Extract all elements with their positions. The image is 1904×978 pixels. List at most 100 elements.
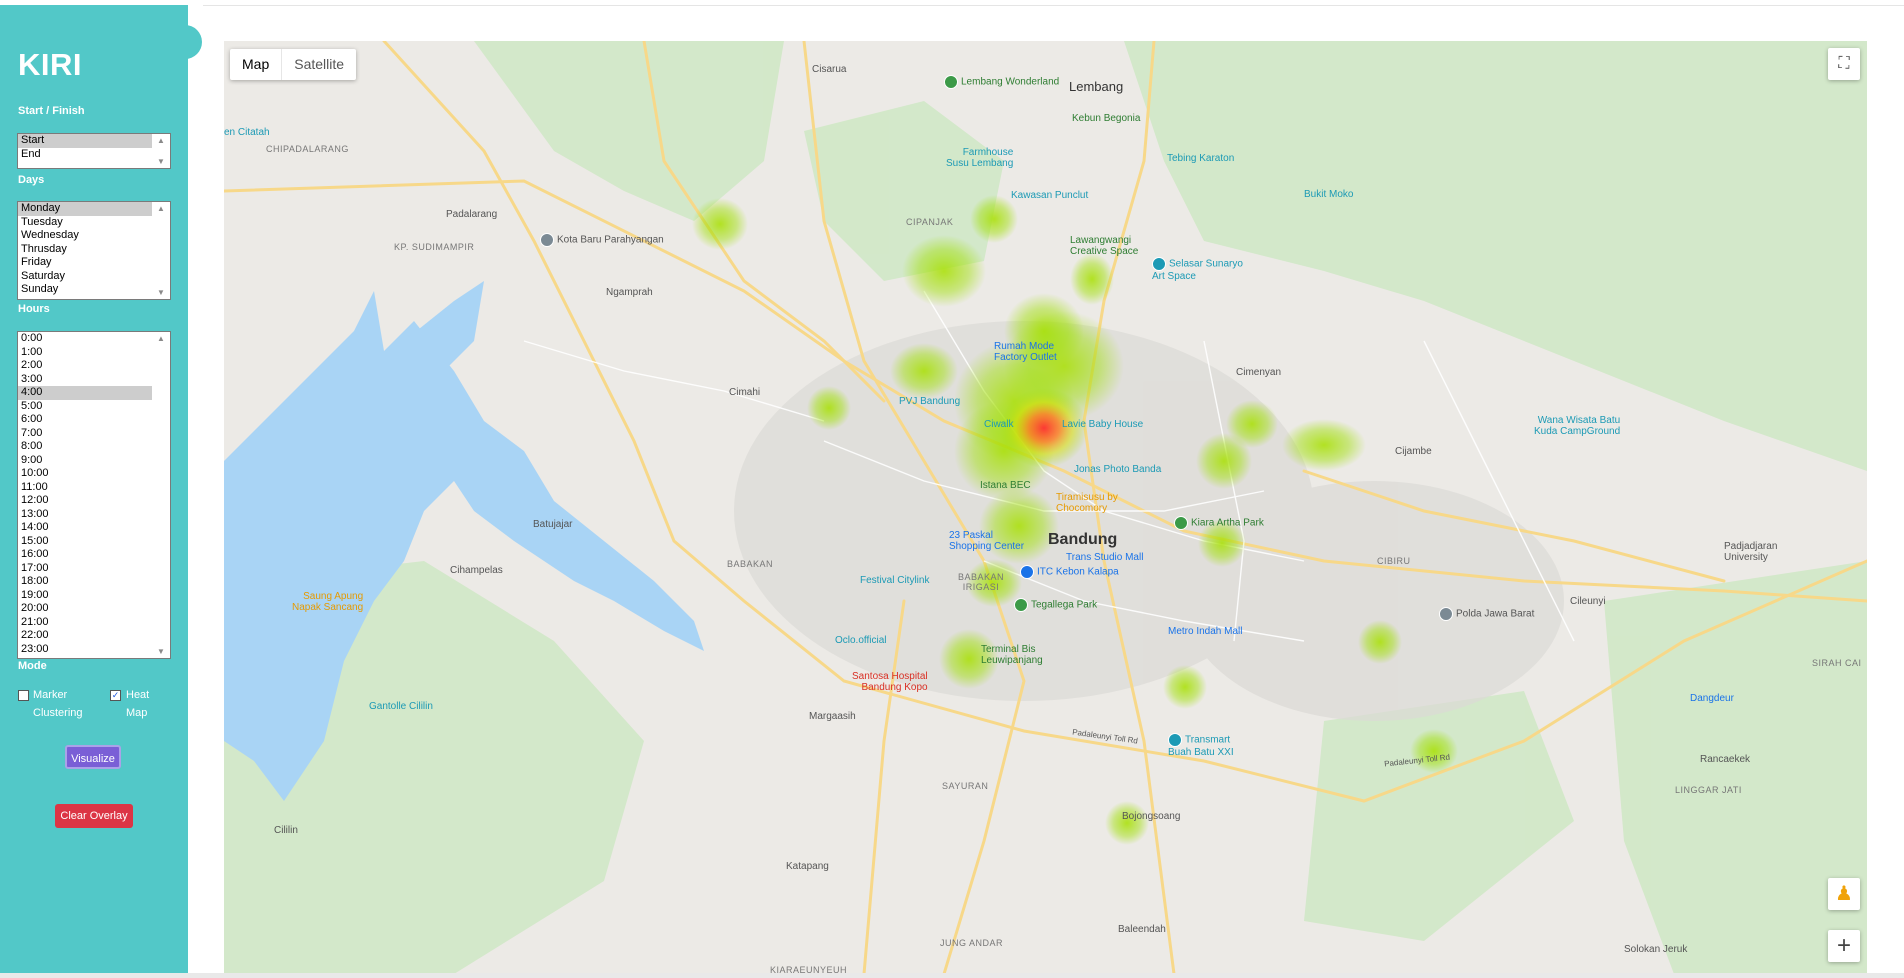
days-select[interactable]: Monday Tuesday Wednesday Thrusday Friday Satu… — [17, 201, 171, 300]
list-scrollbar[interactable]: ▲ ▼ — [153, 134, 170, 168]
list-option[interactable]: 23:00 — [18, 643, 152, 657]
list-option[interactable]: 12:00 — [18, 494, 152, 508]
list-option[interactable]: 4:00 — [18, 386, 152, 400]
map-type-map-button[interactable]: Map — [230, 49, 281, 80]
list-option[interactable]: 9:00 — [18, 454, 152, 468]
list-option[interactable]: 13:00 — [18, 508, 152, 522]
list-option[interactable]: 0:00 — [18, 332, 152, 346]
poi-jonas[interactable]: Jonas Photo Banda — [1074, 464, 1161, 475]
poi-label: 23 Paskal Shopping Center — [949, 530, 1025, 553]
marker-clustering-checkbox[interactable] — [18, 690, 29, 701]
heat-map-checkbox[interactable]: ✓ — [110, 690, 121, 701]
list-option[interactable]: Friday — [18, 256, 152, 270]
poi-polda[interactable]: Polda Jawa Barat — [1439, 607, 1534, 621]
list-option[interactable]: Monday — [18, 202, 152, 216]
list-option[interactable]: 1:00 — [18, 346, 152, 360]
list-option[interactable]: 20:00 — [18, 602, 152, 616]
poi-lawangwangi[interactable]: Lawangwangi Creative Space — [1070, 235, 1138, 257]
poi-oclo[interactable]: Oclo.official — [835, 635, 887, 646]
poi-bukit-moko[interactable]: Bukit Moko — [1304, 189, 1353, 200]
hours-select[interactable]: 0:00 1:00 2:00 3:00 4:00 5:00 6:00 7:00 8:00 9:00… — [17, 331, 171, 659]
poi-label: Tebing Karaton — [1167, 153, 1235, 164]
poi-metro-indah[interactable]: Metro Indah Mall — [1168, 626, 1242, 637]
poi-transmart[interactable]: Transmart Buah Batu XXI — [1168, 733, 1234, 758]
label-babakan-irigasi: BABAKAN IRIGASI — [958, 572, 1005, 592]
poi-kota-baru[interactable]: Kota Baru Parahyangan — [540, 233, 664, 247]
list-option[interactable]: 15:00 — [18, 535, 152, 549]
poi-paskal[interactable]: 23 Paskal Shopping Center — [949, 530, 1024, 552]
map-base — [224, 41, 1867, 974]
poi-citatah[interactable]: en Citatah — [224, 127, 270, 138]
list-option[interactable]: End — [18, 148, 152, 162]
list-option[interactable]: 10:00 — [18, 467, 152, 481]
poi-label: en Citatah — [224, 127, 270, 138]
list-option[interactable]: Tuesday — [18, 216, 152, 230]
list-option[interactable]: 22:00 — [18, 629, 152, 643]
poi-farmhouse[interactable]: Farmhouse Susu Lembang — [946, 147, 1013, 169]
map-type-satellite-button[interactable]: Satellite — [281, 49, 356, 80]
list-option[interactable]: 6:00 — [18, 413, 152, 427]
list-option[interactable]: 2:00 — [18, 359, 152, 373]
poi-dangdeur[interactable]: Dangdeur — [1690, 693, 1734, 704]
list-option[interactable]: 17:00 — [18, 562, 152, 576]
list-option[interactable]: 3:00 — [18, 373, 152, 387]
poi-trans-studio[interactable]: Trans Studio Mall — [1066, 552, 1143, 563]
list-option[interactable]: Start — [18, 134, 152, 148]
list-option[interactable]: Wednesday — [18, 229, 152, 243]
list-option[interactable]: 11:00 — [18, 481, 152, 495]
poi-selasar[interactable]: Selasar Sunaryo Art Space — [1152, 257, 1243, 282]
poi-tegallega[interactable]: Tegallega Park — [1014, 598, 1097, 612]
poi-ciwalk[interactable]: Ciwalk — [984, 419, 1013, 430]
zoom-in-button[interactable]: + — [1828, 930, 1860, 962]
start-finish-select[interactable]: Start End ▲ ▼ — [17, 133, 171, 169]
label-cihampelas: Cihampelas — [450, 565, 503, 576]
poi-kiara-artha[interactable]: Kiara Artha Park — [1174, 516, 1264, 530]
poi-label: Istana BEC — [980, 480, 1031, 491]
poi-pvj[interactable]: PVJ Bandung — [899, 396, 960, 407]
poi-saung-apung[interactable]: Saung Apung Napak Sancang — [292, 591, 363, 613]
pegman-icon[interactable]: ♟ — [1828, 878, 1860, 910]
poi-istana-bec[interactable]: Istana BEC — [980, 480, 1031, 491]
list-option[interactable]: 5:00 — [18, 400, 152, 414]
fullscreen-icon[interactable]: ⛶ — [1828, 48, 1860, 80]
list-option[interactable]: 16:00 — [18, 548, 152, 562]
poi-label: Tiramisusu by Chocomory — [1056, 492, 1118, 515]
bottom-scrollbar[interactable] — [0, 973, 1904, 978]
poi-terminal[interactable]: Terminal Bis Leuwipanjang — [981, 644, 1043, 666]
clear-overlay-button[interactable]: Clear Overlay — [55, 804, 133, 828]
poi-label: Kota Baru Parahyangan — [557, 234, 664, 246]
list-option[interactable]: 18:00 — [18, 575, 152, 589]
visualize-button[interactable]: Visualize — [65, 745, 121, 769]
list-option[interactable]: Thrusday — [18, 243, 152, 257]
poi-rumah-mode[interactable]: Rumah Mode Factory Outlet — [994, 341, 1057, 363]
label-sayuran: SAYURAN — [942, 781, 989, 791]
map-canvas[interactable]: Map Satellite ⛶ ♟ + Cisarua Lembang Lemb… — [224, 41, 1867, 974]
poi-wana-wisata[interactable]: Wana Wisata Batu Kuda CampGround — [1534, 415, 1620, 437]
list-option[interactable]: 7:00 — [18, 427, 152, 441]
start-finish-label: Start / Finish — [18, 105, 85, 117]
poi-tebing-karaton[interactable]: Tebing Karaton — [1167, 153, 1234, 164]
poi-label: Terminal Bis Leuwipanjang — [981, 644, 1043, 667]
poi-label: Jonas Photo Banda — [1074, 464, 1162, 475]
list-option[interactable]: 19:00 — [18, 589, 152, 603]
sidebar-toggle-tab[interactable] — [176, 25, 202, 59]
list-option[interactable]: 8:00 — [18, 440, 152, 454]
poi-kebun-begonia[interactable]: Kebun Begonia — [1072, 113, 1140, 124]
poi-padjadjaran[interactable]: Padjadjaran University — [1724, 541, 1777, 563]
poi-lavie[interactable]: Lavie Baby House — [1062, 419, 1143, 430]
poi-tiramisusu[interactable]: Tiramisusu by Chocomory — [1056, 492, 1118, 514]
label-padalarang: Padalarang — [446, 209, 498, 220]
poi-itc[interactable]: ITC Kebon Kalapa — [1020, 565, 1119, 579]
poi-santosa[interactable]: Santosa Hospital Bandung Kopo — [852, 671, 928, 693]
list-scrollbar[interactable]: ▲ ▼ — [153, 202, 170, 299]
list-scrollbar[interactable]: ▲ ▼ — [153, 332, 170, 658]
list-option[interactable]: 14:00 — [18, 521, 152, 535]
poi-festival-citylink[interactable]: Festival Citylink — [860, 575, 929, 586]
list-option[interactable]: Saturday — [18, 270, 152, 284]
poi-kawasan-punclut[interactable]: Kawasan Punclut — [1011, 190, 1088, 201]
poi-label: Rumah Mode Factory Outlet — [994, 341, 1057, 364]
list-option[interactable]: 21:00 — [18, 616, 152, 630]
list-option[interactable]: Sunday — [18, 283, 152, 297]
poi-lembang-wonderland[interactable]: Lembang Wonderland — [944, 75, 1059, 89]
poi-gantolle[interactable]: Gantolle Cililin — [369, 701, 433, 712]
